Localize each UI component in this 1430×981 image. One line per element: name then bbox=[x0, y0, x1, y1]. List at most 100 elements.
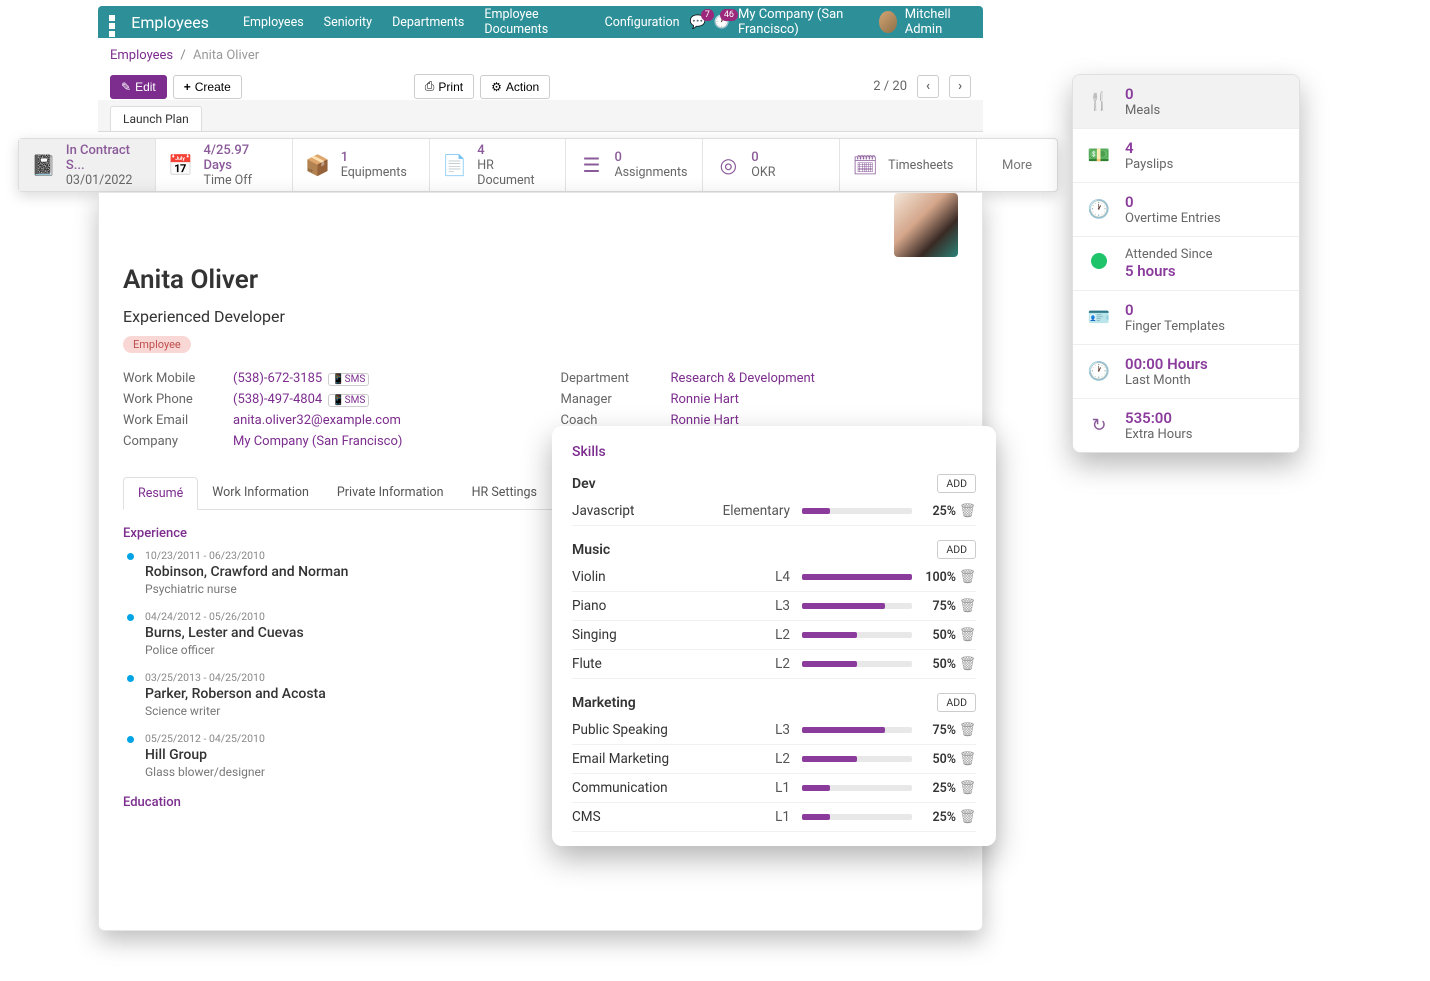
nav-employees[interactable]: Employees bbox=[243, 15, 304, 30]
side-value: 00:00 Hours bbox=[1125, 355, 1208, 373]
field-value[interactable]: anita.oliver32@example.com bbox=[233, 413, 401, 428]
stat-icon bbox=[578, 153, 604, 177]
nav-configuration[interactable]: Configuration bbox=[605, 15, 680, 30]
action-button[interactable]: Action bbox=[480, 75, 550, 99]
side-metric[interactable]: 0Overtime Entries bbox=[1073, 183, 1299, 237]
side-label: Payslips bbox=[1125, 157, 1173, 172]
employee-photo[interactable] bbox=[894, 193, 958, 257]
tab-private-info[interactable]: Private Information bbox=[323, 477, 458, 509]
messages-icon[interactable]: 7 bbox=[690, 15, 706, 30]
skill-level: L2 bbox=[722, 627, 802, 643]
breadcrumb-root[interactable]: Employees bbox=[110, 48, 173, 63]
edit-button[interactable]: Edit bbox=[110, 75, 167, 99]
activity-icon[interactable]: 46 bbox=[714, 15, 730, 30]
launch-plan-tab[interactable]: Launch Plan bbox=[110, 106, 202, 131]
field-value[interactable]: (538)-497-4804📱SMS bbox=[233, 392, 369, 407]
skills-panel: Skills Dev ADDJavascript Elementary 25% … bbox=[552, 426, 996, 846]
stat-label: Timesheets bbox=[888, 158, 953, 173]
company-switcher[interactable]: My Company (San Francisco) bbox=[738, 7, 871, 37]
side-metric[interactable]: 535:00Extra Hours bbox=[1073, 399, 1299, 452]
sms-badge[interactable]: 📱SMS bbox=[328, 373, 369, 386]
stat-value: 0 bbox=[614, 150, 687, 165]
trash-icon[interactable] bbox=[956, 656, 976, 672]
field-row: Work Phone (538)-497-4804📱SMS bbox=[123, 392, 521, 407]
trash-icon[interactable] bbox=[956, 503, 976, 519]
side-value: 4 bbox=[1125, 139, 1173, 157]
stat-icon bbox=[715, 153, 741, 177]
side-icon bbox=[1085, 307, 1113, 328]
trash-icon[interactable] bbox=[956, 780, 976, 796]
side-value: 0 bbox=[1125, 301, 1225, 319]
trash-icon[interactable] bbox=[956, 751, 976, 767]
user-avatar[interactable] bbox=[879, 11, 896, 33]
tab-resume[interactable]: Resumé bbox=[123, 477, 198, 510]
pager-next[interactable] bbox=[949, 75, 971, 98]
side-icon bbox=[1085, 361, 1113, 382]
field-value[interactable]: Ronnie Hart bbox=[671, 392, 739, 407]
stat-value: 4 bbox=[477, 143, 553, 158]
side-label: Overtime Entries bbox=[1125, 211, 1221, 226]
skill-name: Communication bbox=[572, 780, 722, 796]
launch-row: Launch Plan bbox=[98, 100, 983, 132]
skill-category: Marketing ADD bbox=[572, 693, 976, 712]
print-button[interactable]: Print bbox=[414, 74, 474, 99]
breadcrumb: Employees / Anita Oliver bbox=[98, 38, 983, 69]
stat-cell[interactable]: 1 Equipments bbox=[293, 139, 430, 191]
trash-icon[interactable] bbox=[956, 627, 976, 643]
stat-cell[interactable]: Timesheets bbox=[840, 139, 977, 191]
skill-add-button[interactable]: ADD bbox=[937, 540, 976, 559]
stat-cell[interactable]: 4 HR Document bbox=[430, 139, 567, 191]
side-metric[interactable]: 4Payslips bbox=[1073, 129, 1299, 183]
create-button[interactable]: Create bbox=[173, 75, 242, 99]
breadcrumb-current: Anita Oliver bbox=[193, 48, 259, 63]
side-icon bbox=[1085, 199, 1113, 220]
field-value[interactable]: My Company (San Francisco) bbox=[233, 434, 402, 449]
sms-badge[interactable]: 📱SMS bbox=[328, 394, 369, 407]
field-label: Manager bbox=[561, 392, 671, 407]
skill-category: Dev ADD bbox=[572, 474, 976, 493]
side-metric[interactable]: 0Finger Templates bbox=[1073, 291, 1299, 345]
side-metric[interactable]: Attended Since5 hours bbox=[1073, 237, 1299, 291]
apps-icon[interactable] bbox=[108, 14, 121, 30]
side-metric[interactable]: 0Meals bbox=[1073, 75, 1299, 129]
stat-icon bbox=[31, 153, 56, 177]
plus-icon bbox=[184, 80, 191, 94]
trash-icon[interactable] bbox=[956, 569, 976, 585]
nav-employee-docs[interactable]: Employee Documents bbox=[484, 7, 584, 37]
brand[interactable]: Employees bbox=[131, 13, 209, 32]
nav-departments[interactable]: Departments bbox=[392, 15, 464, 30]
employee-name: Anita Oliver bbox=[123, 265, 958, 295]
stat-cell[interactable]: 0 Assignments bbox=[566, 139, 703, 191]
trash-icon[interactable] bbox=[956, 722, 976, 738]
skill-name: Javascript bbox=[572, 503, 722, 519]
side-value: 0 bbox=[1125, 193, 1221, 211]
skill-row: Singing L2 50% bbox=[572, 621, 976, 650]
skill-add-button[interactable]: ADD bbox=[937, 474, 976, 493]
user-name[interactable]: Mitchell Admin bbox=[905, 7, 973, 37]
skill-level: L2 bbox=[722, 751, 802, 767]
trash-icon[interactable] bbox=[956, 809, 976, 825]
skill-pct: 100% bbox=[912, 570, 956, 585]
skill-level: Elementary bbox=[722, 503, 802, 519]
skill-pct: 75% bbox=[912, 723, 956, 738]
stat-cell[interactable]: 4/25.97 Days Time Off bbox=[156, 139, 293, 191]
nav-seniority[interactable]: Seniority bbox=[324, 15, 372, 30]
skill-cat-name: Marketing bbox=[572, 695, 636, 711]
skill-bar bbox=[802, 632, 912, 638]
side-value: 5 hours bbox=[1125, 262, 1213, 280]
skill-level: L1 bbox=[722, 780, 802, 796]
trash-icon[interactable] bbox=[956, 598, 976, 614]
tab-work-info[interactable]: Work Information bbox=[198, 477, 323, 509]
tab-hr-settings[interactable]: HR Settings bbox=[458, 477, 551, 509]
field-label: Department bbox=[561, 371, 671, 386]
skill-add-button[interactable]: ADD bbox=[937, 693, 976, 712]
stat-cell[interactable]: 0 OKR bbox=[703, 139, 840, 191]
skill-category: Music ADD bbox=[572, 540, 976, 559]
stat-label: Time Off bbox=[203, 173, 279, 188]
field-value[interactable]: (538)-672-3185📱SMS bbox=[233, 371, 369, 386]
stat-more[interactable]: More bbox=[977, 139, 1057, 191]
pager-prev[interactable] bbox=[917, 75, 939, 98]
stat-cell[interactable]: In Contract S... 03/01/2022 bbox=[19, 139, 156, 191]
side-metric[interactable]: 00:00 HoursLast Month bbox=[1073, 345, 1299, 399]
field-value[interactable]: Research & Development bbox=[671, 371, 815, 386]
